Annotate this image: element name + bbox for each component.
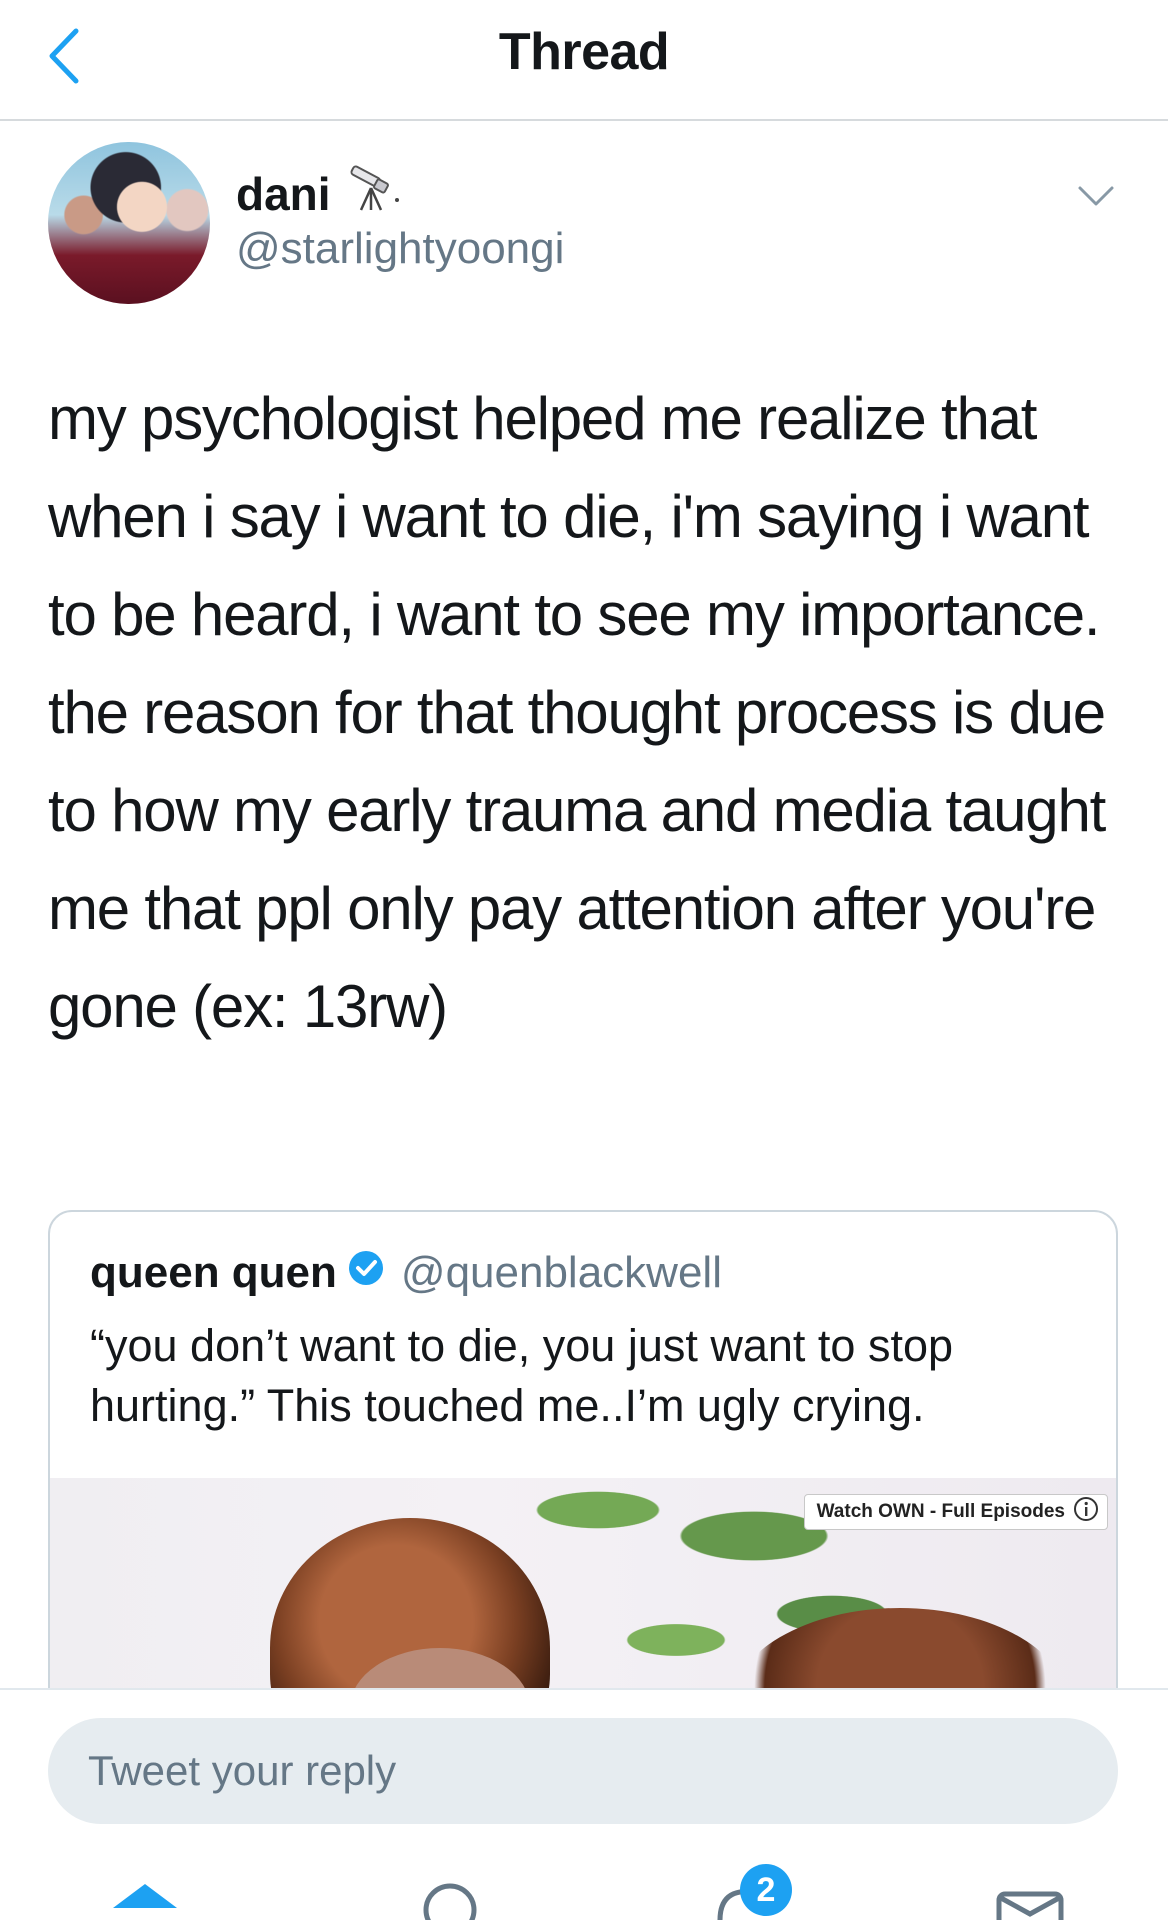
telescope-icon <box>345 164 405 223</box>
verified-badge-icon <box>347 1248 385 1298</box>
media-source-badge[interactable]: Watch OWN - Full Episodes <box>803 1494 1108 1530</box>
chevron-down-icon <box>1077 184 1115 213</box>
quoted-tweet-header: queen quen @quenblackwell <box>90 1248 722 1298</box>
reply-input[interactable]: Tweet your reply <box>48 1718 1118 1824</box>
tweet-text: my psychologist helped me realize that w… <box>48 385 1106 1040</box>
notifications-count-badge: 2 <box>740 1864 792 1916</box>
author-handle[interactable]: @starlightyoongi <box>236 224 564 274</box>
search-icon <box>415 1860 485 1920</box>
home-icon <box>105 1860 185 1920</box>
info-icon <box>1073 1496 1099 1528</box>
quoted-author-name: queen quen <box>90 1248 337 1297</box>
thread-screen: Thread dani @starlightyoongi my psycholo… <box>0 0 1168 1920</box>
quoted-tweet-card[interactable]: queen quen @quenblackwell “you don’t wan… <box>48 1210 1118 1730</box>
bottom-tab-bar <box>0 1860 1168 1920</box>
author-name: dani <box>236 167 331 220</box>
tweet-author: dani @starlightyoongi <box>48 142 1120 308</box>
tweet-options-button[interactable] <box>1072 178 1120 218</box>
media-badge-label: Watch OWN - Full Episodes <box>816 1501 1065 1522</box>
tab-search[interactable] <box>405 1860 495 1920</box>
author-name-row[interactable]: dani <box>236 164 405 223</box>
quoted-tweet-text: “you don’t want to die, you just want to… <box>90 1320 953 1431</box>
page-title: Thread <box>498 23 670 81</box>
tab-home[interactable] <box>100 1860 190 1920</box>
tab-messages[interactable] <box>986 1860 1076 1920</box>
quoted-author-handle: @quenblackwell <box>400 1248 722 1297</box>
messages-icon <box>991 1860 1071 1920</box>
avatar[interactable] <box>48 142 210 304</box>
nav-header: Thread <box>0 0 1168 121</box>
